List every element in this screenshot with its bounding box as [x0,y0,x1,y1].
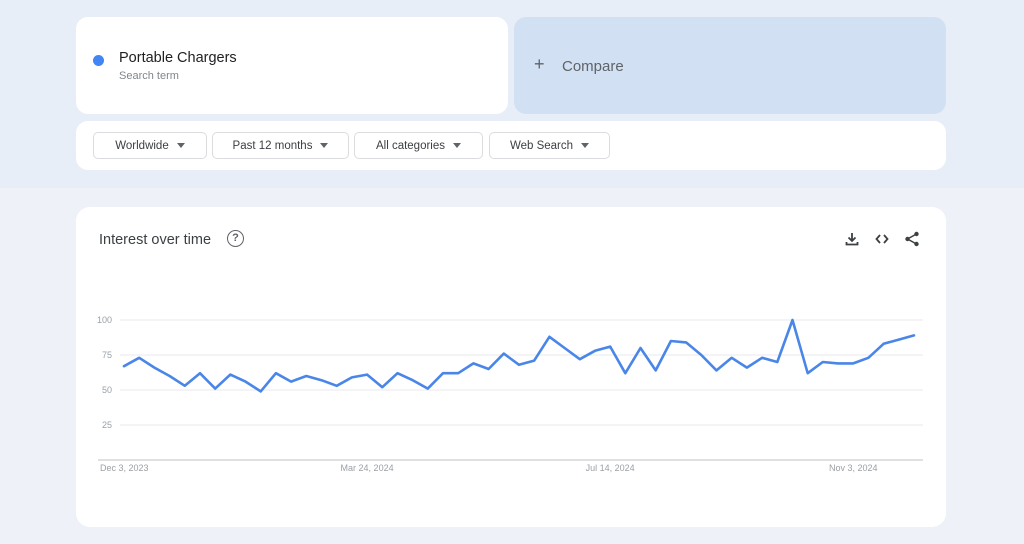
search-term-card[interactable]: Portable Chargers Search term [76,17,508,114]
data-point[interactable] [483,363,495,375]
data-point[interactable] [285,376,297,388]
series-color-dot [93,55,104,66]
caret-down-icon [581,143,590,148]
data-point[interactable] [209,383,221,395]
data-point[interactable] [376,381,388,393]
data-point[interactable] [270,367,282,379]
data-point[interactable] [847,357,859,369]
data-point[interactable] [741,362,753,374]
data-point[interactable] [391,367,403,379]
data-point[interactable] [635,342,647,354]
data-point[interactable] [300,370,312,382]
data-point[interactable] [513,359,525,371]
data-point[interactable] [893,334,905,346]
data-point[interactable] [604,341,616,353]
data-point[interactable] [255,385,267,397]
data-point[interactable] [240,376,252,388]
data-point[interactable] [878,338,890,350]
data-point[interactable] [756,352,768,364]
filter-category-label: All categories [375,139,446,152]
caret-down-icon [176,143,185,148]
filter-time-range-label: Past 12 months [232,139,313,152]
data-point[interactable] [650,364,662,376]
data-point[interactable] [574,353,586,365]
filter-location-label: Worldwide [115,139,169,152]
data-point[interactable] [543,331,555,343]
caret-down-icon [320,143,329,148]
data-point[interactable] [498,348,510,360]
line-chart: 25 50 75 100 Dec 3, 2023 Mar 24, 2024 Jul 14,… [97,314,923,473]
x-tick-label: Dec 3, 2023 [100,463,149,473]
x-tick-label: Jul 14, 2024 [586,463,635,473]
data-point[interactable] [331,380,343,392]
interest-over-time-panel: Interest over time ? 25 50 75 100 Dec 3, 20… [76,207,946,527]
data-point[interactable] [680,336,692,348]
filter-search-type[interactable]: Web Search [489,132,610,159]
data-point[interactable] [164,370,176,382]
data-point[interactable] [118,360,130,372]
data-point[interactable] [179,380,191,392]
data-point[interactable] [559,342,571,354]
data-point[interactable] [316,374,328,386]
data-point[interactable] [726,352,738,364]
data-point[interactable] [817,356,829,368]
data-point[interactable] [589,345,601,357]
y-tick-label: 50 [102,385,112,395]
data-point[interactable] [528,355,540,367]
data-point[interactable] [802,367,814,379]
y-tick-label: 100 [97,315,112,325]
y-tick-label: 75 [102,350,112,360]
filter-search-type-label: Web Search [509,139,574,152]
data-point[interactable] [832,357,844,369]
caret-down-icon [453,143,462,148]
data-point[interactable] [452,367,464,379]
compare-button[interactable]: + Compare [514,17,946,114]
data-point[interactable] [224,369,236,381]
data-point[interactable] [361,369,373,381]
data-point[interactable] [148,362,160,374]
x-tick-label: Mar 24, 2024 [341,463,394,473]
data-point[interactable] [619,367,631,379]
search-term-name[interactable]: Portable Chargers [119,50,237,66]
data-point[interactable] [908,329,920,341]
search-term-subtitle: Search term [119,70,179,82]
filter-location[interactable]: Worldwide [93,132,207,159]
data-point[interactable] [407,374,419,386]
data-point[interactable] [862,352,874,364]
filter-category[interactable]: All categories [354,132,483,159]
x-tick-label: Nov 3, 2024 [829,463,878,473]
compare-label: Compare [562,58,624,75]
y-tick-label: 25 [102,420,112,430]
data-point[interactable] [786,314,798,326]
data-point[interactable] [437,367,449,379]
data-point[interactable] [422,383,434,395]
plus-icon: + [534,54,545,74]
data-point[interactable] [467,357,479,369]
data-point[interactable] [771,356,783,368]
data-point[interactable] [133,352,145,364]
filter-time-range[interactable]: Past 12 months [212,132,349,159]
data-point[interactable] [695,349,707,361]
data-point[interactable] [194,367,206,379]
filters-bar: Worldwide Past 12 months All categories … [76,121,946,170]
data-point[interactable] [346,371,358,383]
data-point[interactable] [711,364,723,376]
data-point[interactable] [665,335,677,347]
